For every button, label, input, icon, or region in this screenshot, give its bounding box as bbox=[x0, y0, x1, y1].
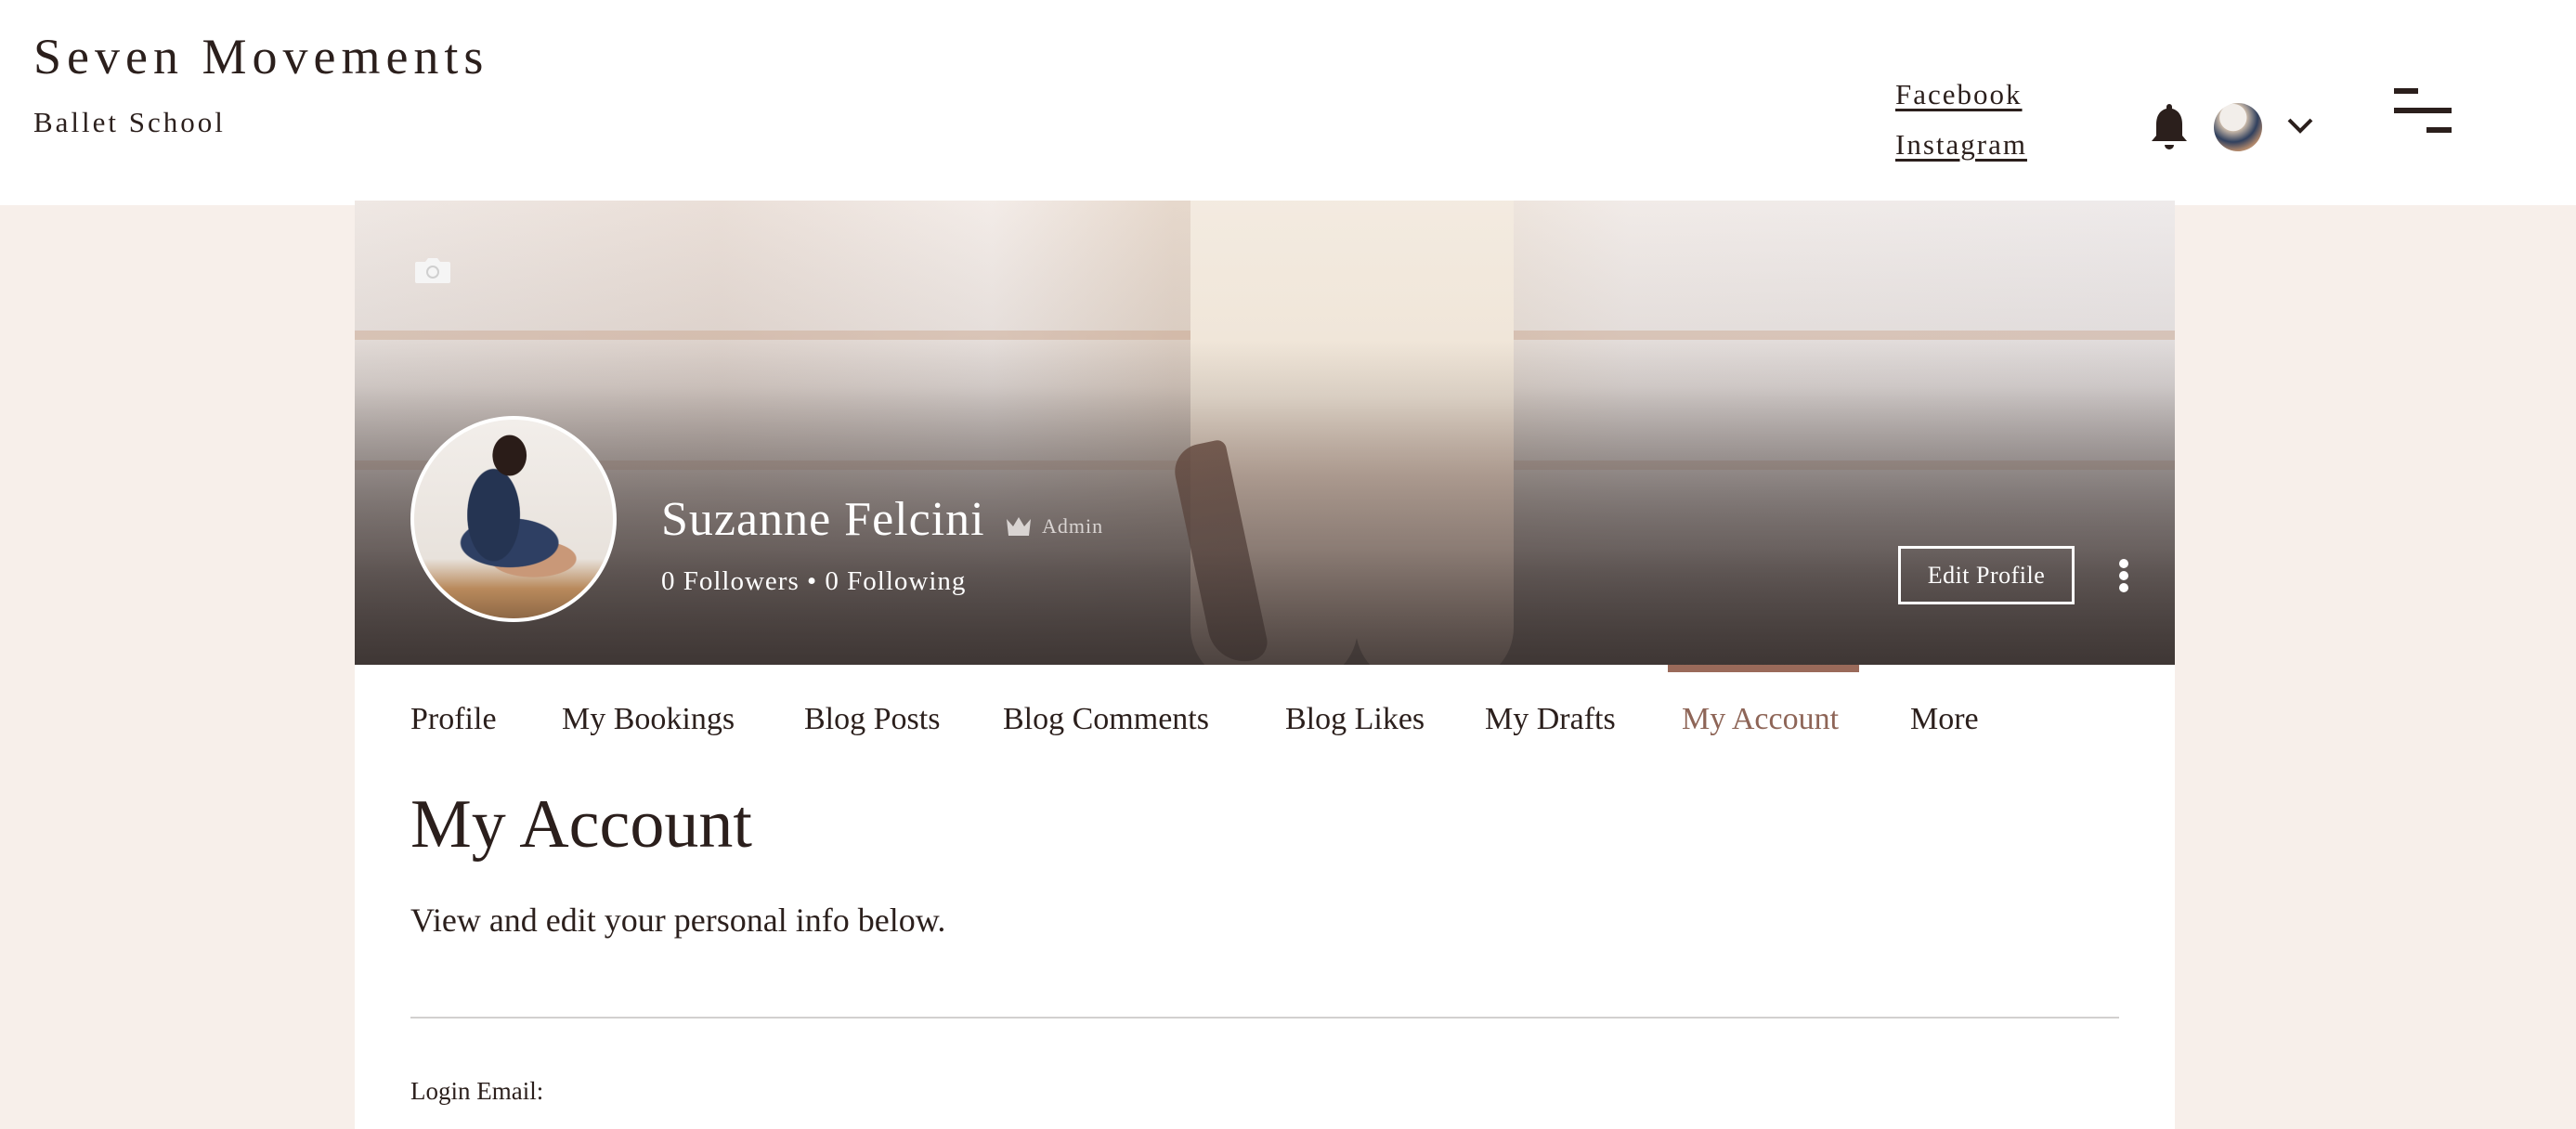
menu-icon[interactable] bbox=[2394, 88, 2452, 135]
camera-icon[interactable] bbox=[414, 256, 451, 284]
tab-blog-likes[interactable]: Blog Likes bbox=[1285, 702, 1425, 737]
role-label: Admin bbox=[1042, 514, 1104, 538]
follow-stats[interactable]: 0 Followers • 0 Following bbox=[661, 566, 966, 597]
edit-profile-button[interactable]: Edit Profile bbox=[1898, 546, 2075, 604]
active-tab-indicator bbox=[1668, 665, 1859, 672]
tab-my-drafts[interactable]: My Drafts bbox=[1485, 702, 1616, 737]
role-badge: Admin bbox=[1007, 514, 1103, 539]
crown-icon bbox=[1007, 517, 1031, 536]
profile-avatar[interactable] bbox=[410, 416, 617, 622]
bell-icon[interactable] bbox=[2151, 102, 2188, 150]
page-subtitle: View and edit your personal info below. bbox=[410, 902, 946, 939]
site-header: Seven Movements Ballet School Facebook I… bbox=[0, 0, 2576, 205]
tab-profile[interactable]: Profile bbox=[410, 702, 497, 737]
chevron-down-icon[interactable] bbox=[2286, 115, 2314, 136]
brand-subtitle: Ballet School bbox=[33, 106, 226, 138]
login-email-label: Login Email: bbox=[410, 1077, 544, 1105]
profile-name: Suzanne Felcini bbox=[661, 493, 985, 546]
profile-panel: Suzanne Felcini Admin 0 Followers • 0 Fo… bbox=[355, 201, 2175, 1129]
facebook-link[interactable]: Facebook bbox=[1895, 76, 2027, 113]
social-links: Facebook Instagram bbox=[1895, 76, 2027, 163]
tab-more[interactable]: More bbox=[1910, 702, 1979, 737]
profile-tabs: Profile My Bookings Blog Posts Blog Comm… bbox=[355, 665, 2175, 758]
divider bbox=[410, 1017, 2119, 1019]
user-avatar[interactable] bbox=[2214, 103, 2262, 151]
instagram-link[interactable]: Instagram bbox=[1895, 126, 2027, 163]
tab-my-account[interactable]: My Account bbox=[1682, 702, 1839, 737]
more-vertical-icon[interactable] bbox=[2117, 558, 2130, 593]
tab-blog-posts[interactable]: Blog Posts bbox=[804, 702, 940, 737]
page-title: My Account bbox=[410, 786, 752, 863]
brand-title[interactable]: Seven Movements bbox=[33, 28, 488, 85]
tab-blog-comments[interactable]: Blog Comments bbox=[1003, 702, 1209, 737]
cover-image: Suzanne Felcini Admin 0 Followers • 0 Fo… bbox=[355, 201, 2175, 665]
tab-my-bookings[interactable]: My Bookings bbox=[562, 702, 735, 737]
